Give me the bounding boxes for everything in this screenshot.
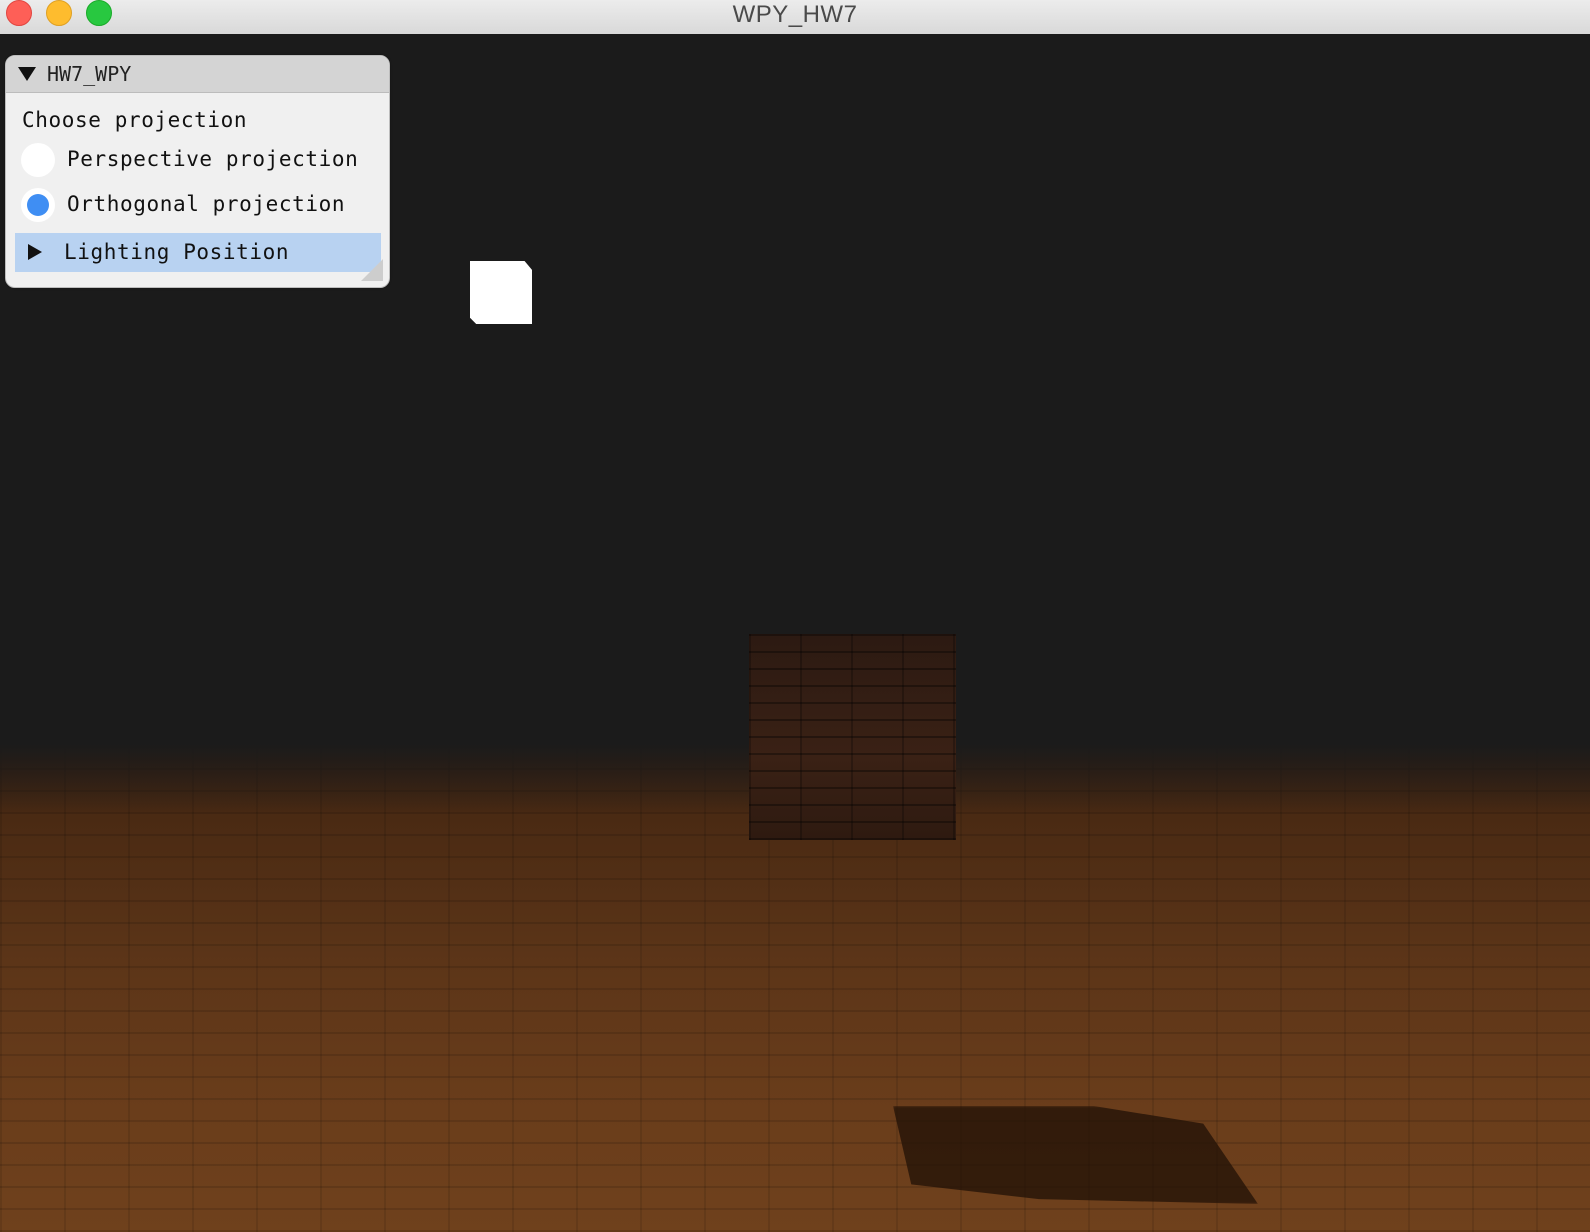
tree-node-label[interactable]: Lighting Position xyxy=(64,240,289,264)
light-source-cube xyxy=(470,261,532,324)
window-title: WPY_HW7 xyxy=(732,1,858,28)
triangle-down-icon[interactable] xyxy=(18,67,36,81)
radio-label[interactable]: Orthogonal projection xyxy=(67,192,345,216)
panel-header[interactable]: HW7_WPY xyxy=(6,56,389,93)
triangle-right-icon[interactable] xyxy=(28,244,42,260)
radio-selected-dot xyxy=(27,194,49,216)
app-window: WPY_HW7 HW7_WPY Choose projection Perspe… xyxy=(0,0,1590,1232)
projection-label: Choose projection xyxy=(22,108,248,132)
radio-orthogonal-projection[interactable]: Orthogonal projection xyxy=(21,188,381,224)
title-bar[interactable]: WPY_HW7 xyxy=(0,0,1590,35)
radio-button[interactable] xyxy=(21,188,55,222)
tree-node-lighting-position[interactable]: Lighting Position xyxy=(15,233,381,272)
radio-label[interactable]: Perspective projection xyxy=(67,147,358,171)
resize-grip[interactable] xyxy=(361,259,383,281)
brick-cube xyxy=(749,634,956,840)
radio-button[interactable] xyxy=(21,143,55,177)
panel-title: HW7_WPY xyxy=(47,62,132,86)
imgui-panel[interactable]: HW7_WPY Choose projection Perspective pr… xyxy=(5,55,390,288)
radio-perspective-projection[interactable]: Perspective projection xyxy=(21,143,381,179)
